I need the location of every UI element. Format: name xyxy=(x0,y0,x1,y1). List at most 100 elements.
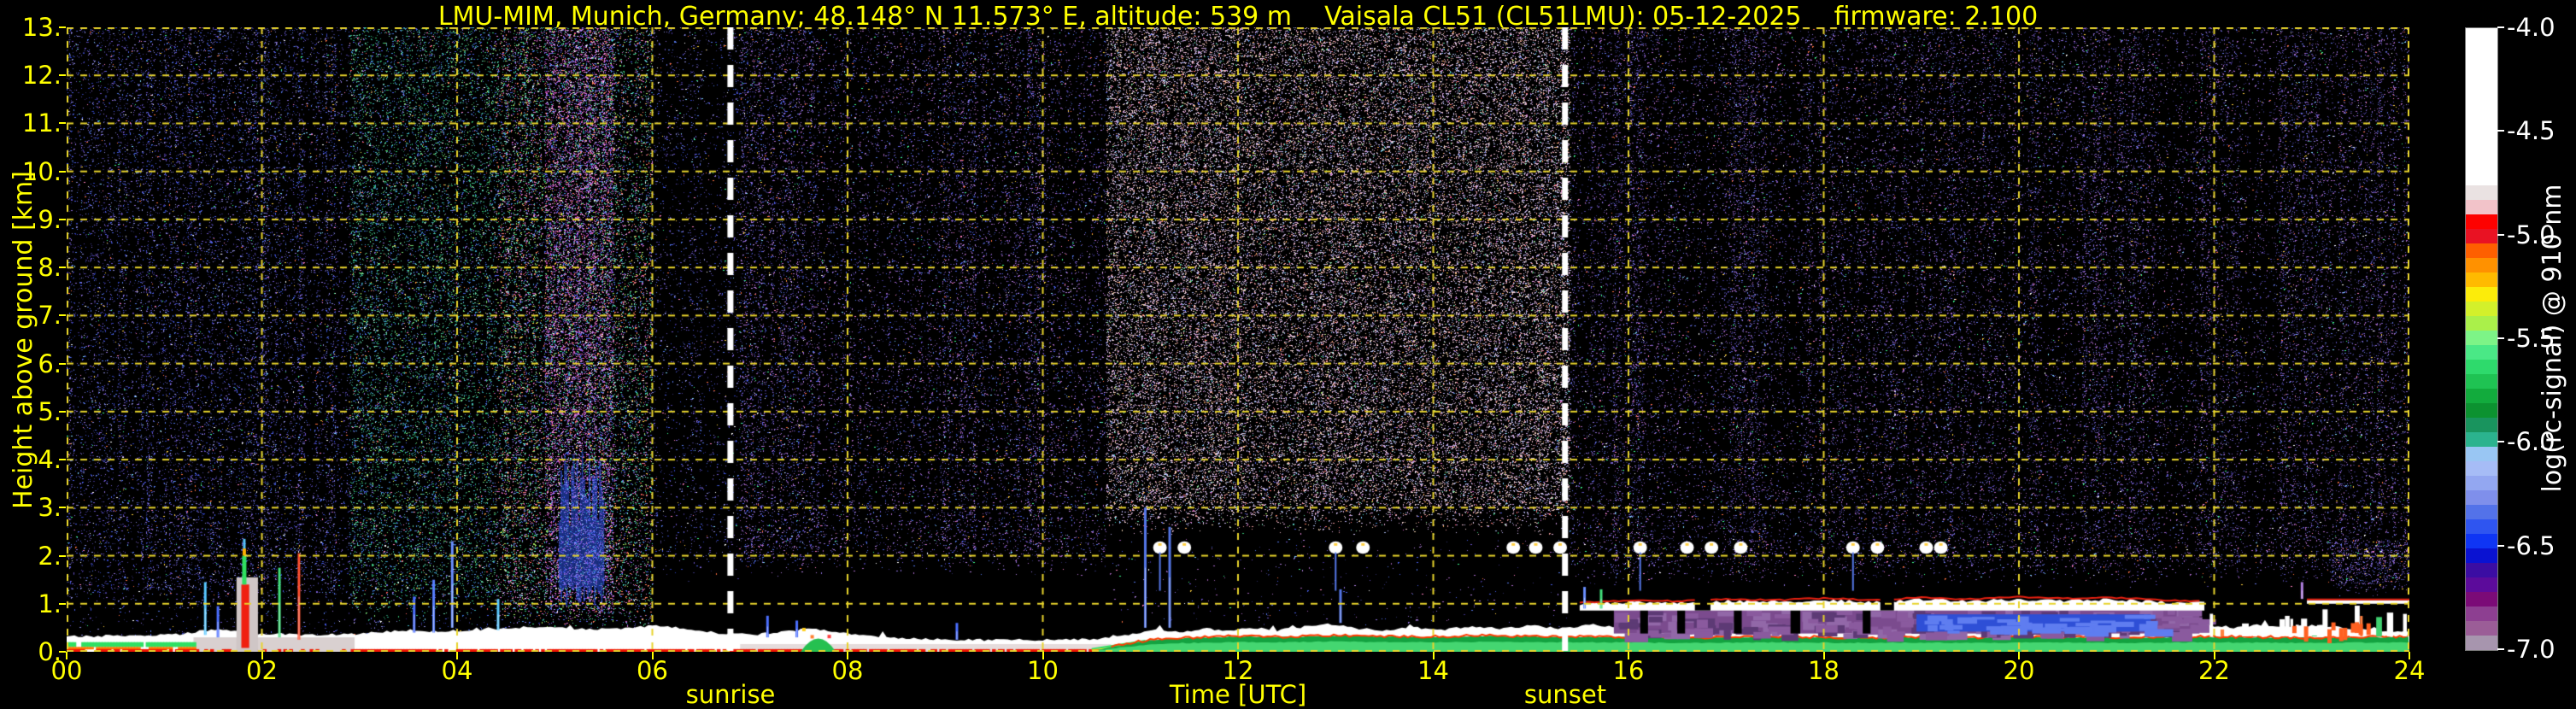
y-tick-label: 11. xyxy=(21,108,62,138)
colorbar-segment xyxy=(2466,331,2497,346)
ceilometer-heatmap-canvas xyxy=(67,27,2409,652)
x-tick-mark xyxy=(1042,652,1044,659)
y-tick-mark xyxy=(59,218,66,220)
colorbar-segment xyxy=(2466,258,2497,273)
x-tick-mark xyxy=(261,652,263,659)
x-tick-label: 10 xyxy=(1027,656,1059,685)
colorbar-segment xyxy=(2466,606,2497,621)
x-tick-mark xyxy=(456,652,458,659)
colorbar-segment xyxy=(2466,287,2497,302)
x-tick-label: 18 xyxy=(1808,656,1840,685)
colorbar-segment xyxy=(2466,214,2497,230)
colorbar-segment xyxy=(2466,345,2497,360)
x-tick-label: 04 xyxy=(441,656,473,685)
colorbar-tick-mark xyxy=(2497,544,2504,547)
y-tick-mark xyxy=(59,459,66,461)
y-tick-mark xyxy=(59,267,66,269)
y-tick-label: 3. xyxy=(38,493,62,523)
colorbar-segment xyxy=(2466,403,2497,419)
x-tick-label: 22 xyxy=(2198,656,2230,685)
colorbar-tick-label: -4.0 xyxy=(2507,13,2555,42)
ceilometer-quicklook-page: { "title": "LMU-MIM, Munich, Germany; 48… xyxy=(0,0,2576,709)
colorbar-segment xyxy=(2466,432,2497,448)
y-tick-label: 1. xyxy=(38,589,62,618)
y-tick-label: 2. xyxy=(38,541,62,571)
colorbar-segment xyxy=(2466,389,2497,404)
colorbar-tick-mark xyxy=(2497,26,2504,28)
colorbar-segment xyxy=(2466,185,2497,201)
colorbar-segment xyxy=(2466,302,2497,317)
colorbar-segment xyxy=(2466,577,2497,592)
y-tick-label: 8. xyxy=(38,253,62,283)
y-tick-mark xyxy=(59,554,66,557)
colorbar-tick-mark xyxy=(2497,648,2504,650)
y-tick-label: 10. xyxy=(21,156,62,186)
colorbar-tick-mark xyxy=(2497,337,2504,339)
y-tick-mark xyxy=(59,170,66,173)
colorbar-segment xyxy=(2466,519,2497,535)
x-tick-mark xyxy=(2018,652,2020,659)
y-tick-mark xyxy=(59,314,66,317)
x-tick-mark xyxy=(2213,652,2215,659)
x-tick-mark xyxy=(847,652,848,659)
colorbar-segment xyxy=(2466,229,2497,244)
x-tick-label: 02 xyxy=(246,656,278,685)
x-tick-label: 24 xyxy=(2393,656,2426,685)
x-tick-mark xyxy=(1432,652,1435,659)
x-tick-label: 12 xyxy=(1222,656,1254,685)
x-tick-mark xyxy=(1628,652,1629,659)
y-tick-mark xyxy=(59,651,66,653)
colorbar-segment xyxy=(2466,505,2497,520)
colorbar-segment xyxy=(2466,28,2497,186)
colorbar-segment xyxy=(2466,200,2497,215)
x-tick-mark xyxy=(2409,652,2410,659)
y-tick-mark xyxy=(59,507,66,509)
colorbar-tick-mark xyxy=(2497,130,2504,132)
colorbar-segment xyxy=(2466,243,2497,259)
colorbar xyxy=(2465,27,2498,651)
colorbar-segment xyxy=(2466,563,2497,577)
y-tick-label: 12. xyxy=(21,61,62,91)
x-tick-mark xyxy=(66,652,67,659)
x-tick-label: 20 xyxy=(2003,656,2035,685)
colorbar-title: log(rc-signal) @ 910 nm xyxy=(2538,184,2567,493)
y-tick-label: 6. xyxy=(38,349,62,378)
colorbar-segment xyxy=(2466,476,2497,491)
x-tick-mark xyxy=(651,652,654,659)
y-tick-label: 5. xyxy=(38,396,62,426)
colorbar-segment xyxy=(2466,548,2497,564)
colorbar-tick-mark xyxy=(2497,233,2504,236)
x-tick-label: 06 xyxy=(637,656,668,685)
colorbar-segment xyxy=(2466,418,2497,433)
x-tick-label: 08 xyxy=(831,656,864,685)
x-tick-label: 00 xyxy=(50,656,83,685)
colorbar-segment xyxy=(2466,447,2497,462)
colorbar-segment xyxy=(2466,316,2497,331)
y-tick-label: 13. xyxy=(21,13,62,42)
y-tick-mark xyxy=(59,410,66,413)
y-tick-mark xyxy=(59,26,66,28)
x-tick-label: 14 xyxy=(1417,656,1449,685)
colorbar-segment xyxy=(2466,461,2497,477)
y-tick-label: 7. xyxy=(38,301,62,331)
colorbar-segment xyxy=(2466,272,2497,288)
y-tick-mark xyxy=(59,362,66,365)
colorbar-tick-mark xyxy=(2497,441,2504,443)
x-tick-label: 16 xyxy=(1612,656,1645,685)
y-tick-label: 9. xyxy=(38,204,62,234)
y-tick-mark xyxy=(59,122,66,125)
colorbar-segment xyxy=(2466,620,2497,636)
x-tick-mark xyxy=(1822,652,1825,659)
y-tick-mark xyxy=(59,602,66,605)
colorbar-segment xyxy=(2466,635,2497,650)
colorbar-tick-label: -7.0 xyxy=(2507,635,2555,664)
x-tick-mark xyxy=(1237,652,1239,659)
colorbar-segment xyxy=(2466,534,2497,549)
y-axis-title: Height above ground [km] xyxy=(9,171,38,509)
y-tick-mark xyxy=(59,74,66,77)
colorbar-segment xyxy=(2466,360,2497,375)
colorbar-segment xyxy=(2466,374,2497,390)
colorbar-segment xyxy=(2466,591,2497,606)
y-tick-label: 4. xyxy=(38,445,62,475)
colorbar-segment xyxy=(2466,490,2497,506)
